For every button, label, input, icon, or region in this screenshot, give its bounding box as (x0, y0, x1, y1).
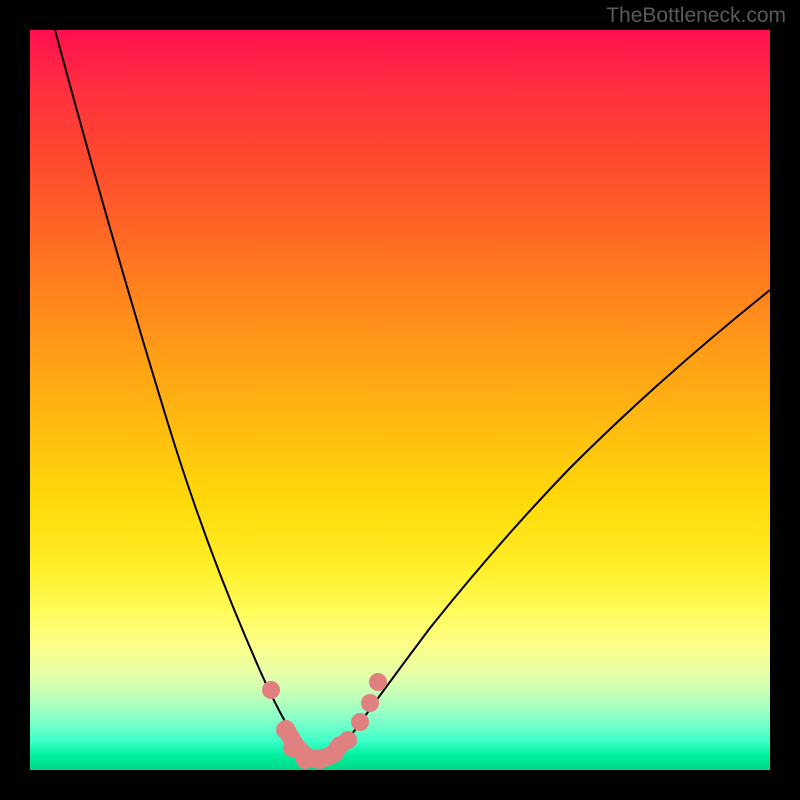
chart-svg (30, 30, 770, 770)
chart-marker (369, 673, 387, 691)
chart-marker (262, 681, 280, 699)
chart-marker (276, 721, 294, 739)
chart-marker (351, 713, 369, 731)
chart-marker (339, 731, 357, 749)
watermark-text: TheBottleneck.com (606, 4, 786, 28)
bottleneck-curve-right (320, 290, 770, 762)
chart-marker (361, 694, 379, 712)
bottleneck-curve-left (55, 30, 320, 762)
chart-marker (326, 744, 344, 762)
chart-container (30, 30, 770, 770)
